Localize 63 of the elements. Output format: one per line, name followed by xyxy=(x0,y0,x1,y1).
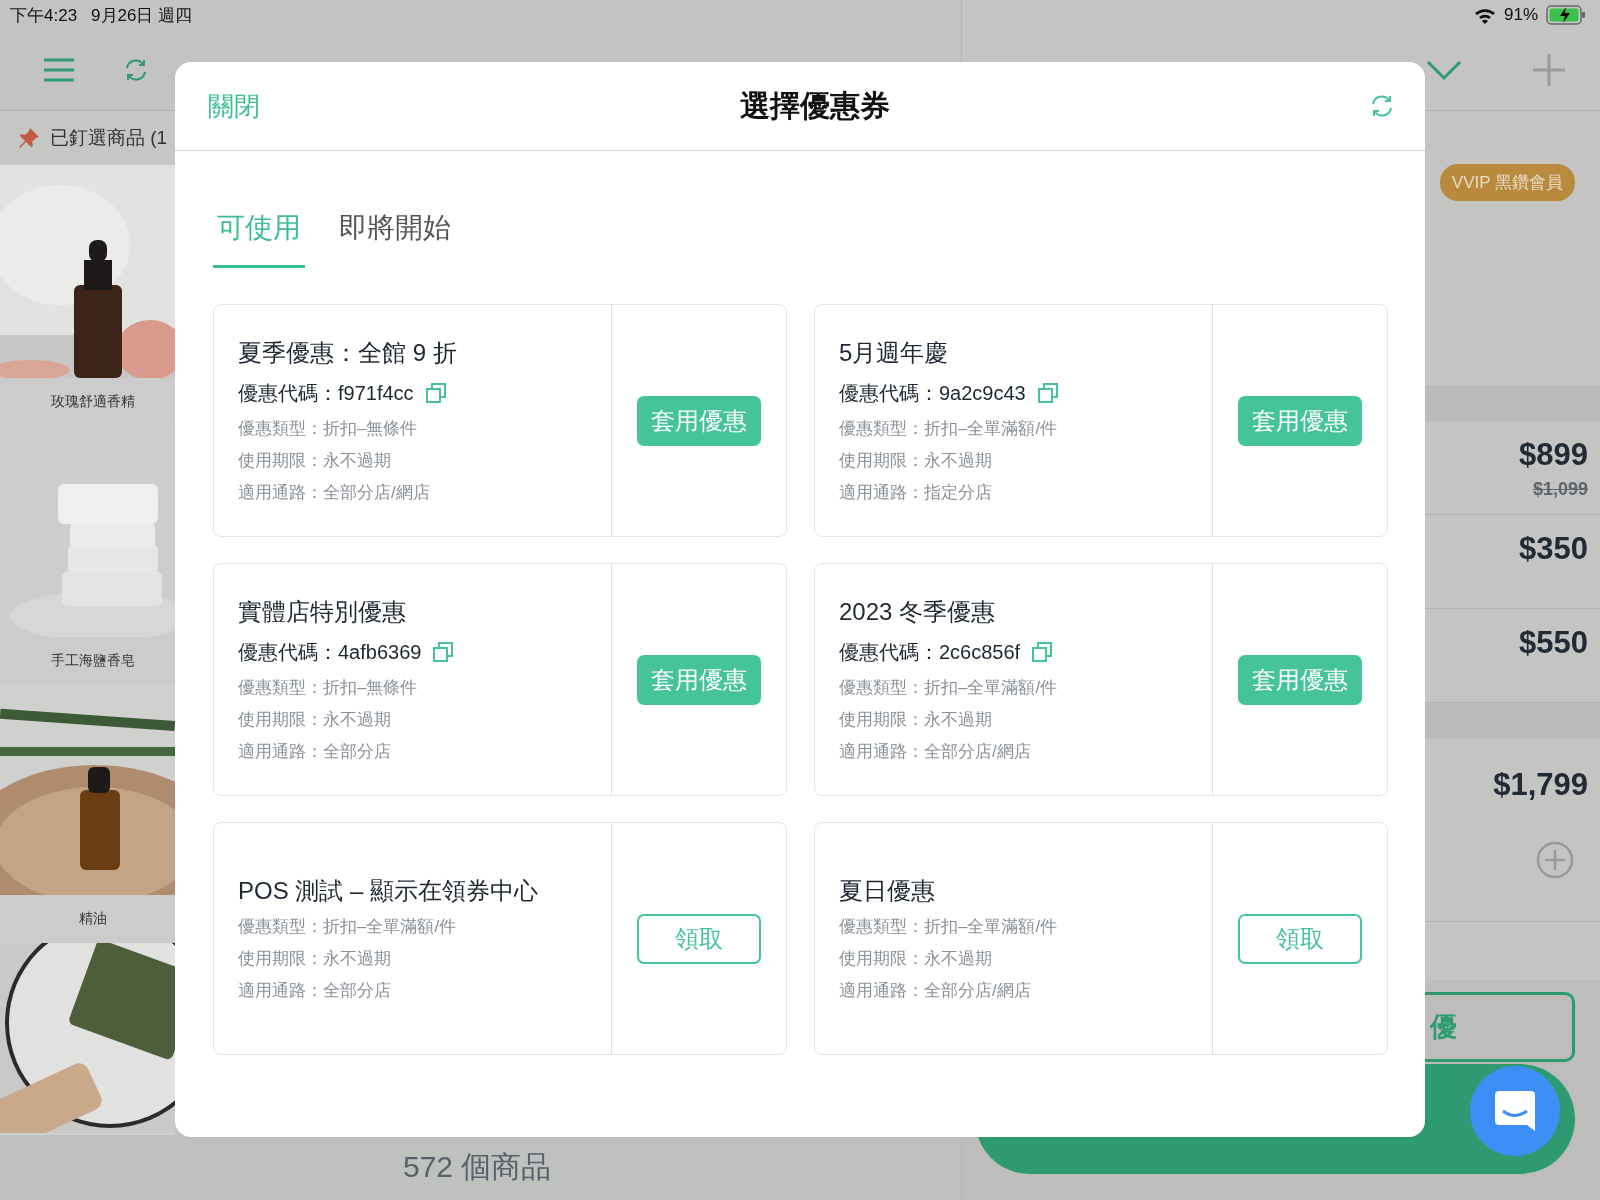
copy-icon[interactable] xyxy=(1037,382,1058,403)
pin-icon xyxy=(18,127,40,149)
apply-coupon-button[interactable]: 套用優惠 xyxy=(637,395,761,446)
claim-coupon-button[interactable]: 領取 xyxy=(1238,913,1362,964)
coupon-code: 優惠代碼：9a2c9c43 xyxy=(839,380,1026,406)
check-icon[interactable] xyxy=(1426,59,1462,81)
tab[interactable]: 可使用 xyxy=(213,209,305,268)
coupon-detail: 優惠類型：折扣–全單滿額/件 xyxy=(839,676,1059,699)
coupon-code: 優惠代碼：4afb6369 xyxy=(238,639,422,665)
coupon-code: 優惠代碼：2c6c856f xyxy=(839,639,1021,665)
coupon-detail: 優惠類型：折扣–無條件 xyxy=(238,417,419,440)
status-date: 9月26日 週四 xyxy=(91,4,193,27)
apply-coupon-button[interactable]: 套用優惠 xyxy=(1238,395,1362,446)
coupon-detail: 適用通路：指定分店 xyxy=(839,481,993,504)
add-circle-icon[interactable] xyxy=(1536,841,1574,879)
member-badge: VVIP 黑鑽會員 xyxy=(1439,164,1575,201)
sync-icon[interactable] xyxy=(123,57,149,83)
copy-icon[interactable] xyxy=(1032,641,1053,662)
wifi-icon xyxy=(1473,6,1496,24)
apply-coupon-button[interactable]: 套用優惠 xyxy=(1238,654,1362,705)
battery-percent: 91% xyxy=(1503,5,1538,25)
coupon-detail: 適用通路：全部分店/網店 xyxy=(839,979,1032,1002)
add-icon[interactable] xyxy=(1532,53,1566,87)
coupon-detail: 優惠類型：折扣–全單滿額/件 xyxy=(839,915,1059,938)
coupon-code: 優惠代碼：f971f4cc xyxy=(238,380,414,406)
coupon-detail: 使用期限：永不過期 xyxy=(839,708,993,731)
modal-title: 選擇優惠券 xyxy=(739,87,890,124)
coupon-title: 夏季優惠：全館 9 折 xyxy=(238,337,458,368)
item-price: $899 xyxy=(1519,437,1588,473)
coupon-detail: 適用通路：全部分店/網店 xyxy=(839,740,1032,763)
product-name[interactable]: 精油 xyxy=(68,910,107,928)
coupon-detail: 使用期限：永不過期 xyxy=(238,708,392,731)
copy-icon[interactable] xyxy=(433,641,454,662)
coupon-detail: 適用通路：全部分店/網店 xyxy=(238,481,431,504)
coupon-detail: 適用通路：全部分店 xyxy=(238,740,392,763)
subtotal-price: $1,799 xyxy=(1493,767,1588,803)
coupon-title: 夏日優惠 xyxy=(839,875,936,906)
original-price: $1,099 xyxy=(1532,479,1588,500)
tab[interactable]: 即將開始 xyxy=(335,209,455,268)
coupon-detail: 適用通路：全部分店 xyxy=(238,979,392,1002)
status-time: 下午4:23 xyxy=(10,4,78,27)
coupon-title: 5月週年慶 xyxy=(839,337,950,368)
chat-icon xyxy=(1493,1089,1537,1133)
apply-coupon-button[interactable]: 套用優惠 xyxy=(637,654,761,705)
product-count: 572 個商品 xyxy=(403,1149,552,1185)
coupon-detail: 優惠類型：折扣–全單滿額/件 xyxy=(839,417,1059,440)
claim-coupon-button[interactable]: 領取 xyxy=(637,913,761,964)
coupon-detail: 使用期限：永不過期 xyxy=(839,449,993,472)
battery-icon xyxy=(1546,5,1586,25)
copy-icon[interactable] xyxy=(425,382,446,403)
refresh-icon[interactable] xyxy=(1369,93,1395,119)
menu-icon[interactable] xyxy=(43,57,75,83)
coupon-detail: 優惠類型：折扣–無條件 xyxy=(238,676,419,699)
coupon-detail: 使用期限：永不過期 xyxy=(238,449,392,472)
coupon-detail: 使用期限：永不過期 xyxy=(839,947,993,970)
coupon-title: 2023 冬季優惠 xyxy=(839,596,997,627)
item-price: $550 xyxy=(1519,625,1588,661)
close-button[interactable]: 關閉 xyxy=(208,88,260,124)
coupon-title: POS 測試 – 顯示在領券中心 xyxy=(238,875,540,906)
coupon-detail: 使用期限：永不過期 xyxy=(238,947,392,970)
coupon-detail: 優惠類型：折扣–全單滿額/件 xyxy=(238,915,458,938)
item-price: $350 xyxy=(1519,531,1588,567)
coupon-title: 實體店特別優惠 xyxy=(238,596,407,627)
